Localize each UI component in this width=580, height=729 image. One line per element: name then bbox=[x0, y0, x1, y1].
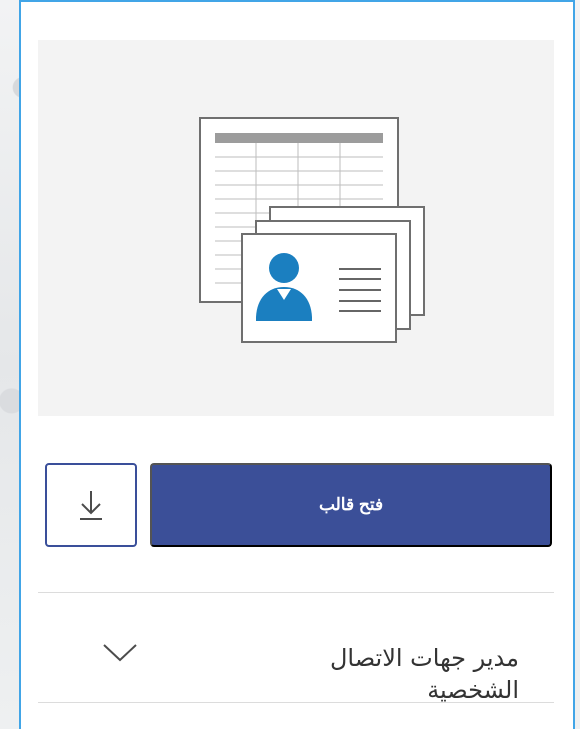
template-title: مدير جهات الاتصال الشخصية bbox=[329, 644, 519, 704]
section-divider-bottom bbox=[38, 702, 554, 703]
template-details-row[interactable]: مدير جهات الاتصال الشخصية bbox=[38, 593, 554, 704]
expand-chevron-button[interactable] bbox=[103, 644, 137, 662]
open-template-button[interactable]: فتح قالب bbox=[150, 463, 552, 547]
chevron-down-icon bbox=[103, 644, 137, 662]
template-preview bbox=[38, 40, 554, 416]
contact-manager-template-icon bbox=[199, 117, 425, 343]
download-icon bbox=[80, 491, 102, 520]
template-card: فتح قالب مدير جهات الاتصال الشخصية bbox=[19, 0, 575, 729]
download-button[interactable] bbox=[45, 463, 137, 547]
